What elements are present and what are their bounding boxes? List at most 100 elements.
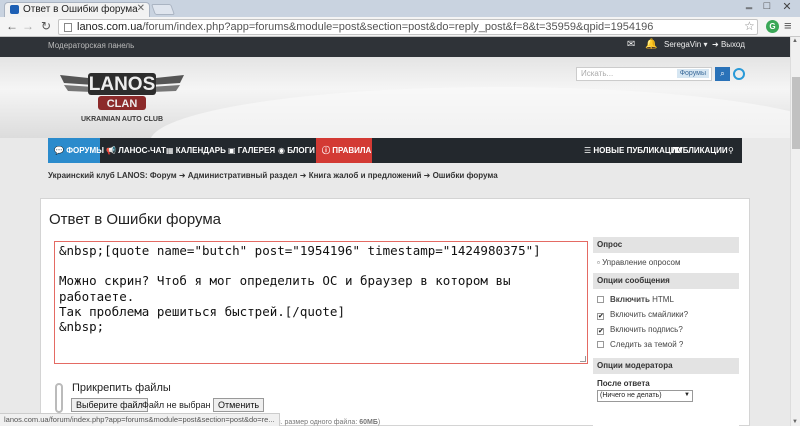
megaphone-icon: 📢 [106, 146, 116, 155]
minimize-icon[interactable]: ‗ [740, 0, 758, 10]
logo-main-text: LANOS [89, 74, 156, 95]
menu-icon[interactable]: ≡ [784, 18, 792, 33]
logout-icon: ➜ [712, 40, 719, 49]
breadcrumb: Украинский клуб LANOS: Форум ➜ Администр… [48, 171, 742, 187]
option-follow[interactable]: Следить за темой ? [593, 337, 739, 352]
after-reply-select[interactable]: (Ничего не делать) ▼ [597, 390, 693, 402]
cancel-upload-button[interactable]: Отменить [213, 398, 265, 412]
tab-title: Ответ в Ошибки форума [23, 4, 138, 15]
extension-icon[interactable]: G [766, 20, 779, 33]
signature-label: Включить подпись? [610, 325, 683, 334]
logo-sub-text: CLAN [107, 98, 138, 110]
attach-files-heading: Прикрепить файлы [72, 382, 171, 394]
after-reply-label: После ответа [597, 379, 650, 388]
follow-label: Следить за темой ? [610, 340, 684, 349]
page-icon [64, 23, 72, 32]
forums-icon: 💬 [54, 146, 64, 155]
breadcrumb-item[interactable]: Украинский клуб LANOS: Форум [48, 171, 177, 180]
smilies-label: Включить смайлики? [610, 310, 689, 319]
poll-manage-label: Управление опросом [602, 258, 681, 267]
nav-blogs-label: БЛОГИ [287, 146, 315, 155]
page-scrollbar[interactable]: ▲ ▼ [790, 37, 800, 426]
reload-icon[interactable]: ↻ [38, 19, 54, 33]
smilies-checkbox[interactable]: ✔ [597, 313, 604, 320]
nav-rules-label: ПРАВИЛА [332, 146, 372, 155]
options-sidebar: Опрос ▫ Управление опросом Опции сообщен… [593, 237, 739, 426]
map-marker-icon: ⚲ [728, 146, 734, 155]
breadcrumb-item[interactable]: Ошибки форума [433, 171, 498, 180]
browser-status-bar: lanos.com.ua/forum/index.php?app=forums&… [0, 413, 280, 426]
site-logo[interactable]: LANOS CLAN UKRAINIAN AUTO CLUB [58, 65, 186, 127]
image-icon: ▣ [228, 146, 236, 155]
nav-calendar-label: КАЛЕНДАРЬ [175, 146, 226, 155]
signature-checkbox[interactable]: ✔ [597, 328, 604, 335]
nav-rules[interactable]: ⓘ ПРАВИЛА [316, 138, 372, 163]
bullet-icon: ▫ [597, 258, 600, 267]
search-icon: ⌕ [720, 69, 725, 78]
forward-icon[interactable]: → [20, 19, 36, 33]
nav-forums[interactable]: 💬 ФОРУМЫ [48, 138, 104, 163]
breadcrumb-item[interactable]: Книга жалоб и предложений [309, 171, 422, 180]
html-label: HTML [652, 295, 674, 304]
url-field[interactable]: lanos.com.ua/forum/index.php?app=forums&… [58, 19, 758, 35]
scroll-down-icon[interactable]: ▼ [792, 419, 798, 425]
follow-checkbox[interactable] [597, 341, 604, 348]
search-button[interactable]: ⌕ [715, 67, 730, 81]
scroll-up-icon[interactable]: ▲ [792, 38, 798, 44]
option-smilies[interactable]: ✔ Включить смайлики? [593, 307, 739, 322]
option-html[interactable]: Включить HTML [593, 292, 739, 307]
logout-label: Выход [720, 40, 745, 49]
post-editor-textarea[interactable]: &nbsp;[quote name="butch" post="1954196"… [54, 241, 588, 364]
address-bar: ← → ↻ lanos.com.ua/forum/index.php?app=f… [0, 17, 800, 37]
site-favicon-icon [10, 5, 19, 14]
resize-handle[interactable] [580, 356, 586, 362]
nav-location[interactable]: ⚲ [722, 138, 740, 163]
paperclip-icon [55, 383, 63, 413]
user-menu[interactable]: SeregaVin ▾ [664, 40, 707, 49]
site-top-bar: Модераторская панель ✉ 🔔 SeregaVin ▾ ➜ В… [0, 37, 790, 57]
bookmark-star-icon[interactable]: ☆ [744, 19, 755, 33]
poll-manage-link[interactable]: ▫ Управление опросом [593, 255, 739, 270]
mod-panel-link[interactable]: Модераторская панель [48, 41, 134, 50]
url-path: /forum/index.php?app=forums&module=post&… [142, 21, 654, 33]
choose-file-button[interactable]: Выберите файл [71, 398, 148, 412]
search-scope-badge[interactable]: Форумы [676, 69, 709, 78]
poll-header: Опрос [593, 237, 739, 253]
message-options-header: Опции сообщения [593, 273, 739, 289]
reply-panel: Ответ в Ошибки форума &nbsp;[quote name=… [40, 198, 750, 426]
chevron-down-icon: ▾ [703, 40, 708, 49]
search-input[interactable]: Искать... Форумы [576, 67, 712, 81]
calendar-icon: ▦ [166, 146, 174, 155]
max-size-suffix: ) [377, 419, 381, 426]
window-close-icon[interactable]: ✕ [778, 0, 796, 13]
close-tab-icon[interactable]: ✕ [137, 3, 145, 14]
new-tab-button[interactable] [150, 4, 176, 15]
nav-gallery-label: ГАЛЕРЕЯ [237, 146, 276, 155]
moderator-options-header: Опции модератора [593, 358, 739, 374]
logo-tagline: UKRAINIAN AUTO CLUB [81, 116, 163, 123]
notifications-bell-icon[interactable]: 🔔 [645, 39, 657, 50]
blog-icon: ◉ [278, 146, 285, 155]
chevron-right-icon: ➜ [178, 171, 188, 180]
scrollbar-thumb[interactable] [792, 77, 800, 149]
html-checkbox[interactable] [597, 296, 604, 303]
breadcrumb-item[interactable]: Административный раздел [188, 171, 298, 180]
nav-forums-label: ФОРУМЫ [66, 146, 104, 155]
chevron-right-icon: ➜ [299, 171, 309, 180]
username: SeregaVin [664, 40, 702, 49]
nav-blogs[interactable]: ◉ БЛОГИ [272, 138, 321, 163]
editor-text: &nbsp;[quote name="butch" post="1954196"… [59, 243, 541, 335]
option-signature[interactable]: ✔ Включить подпись? [593, 322, 739, 337]
search-options-icon[interactable] [733, 68, 745, 80]
messages-icon[interactable]: ✉ [627, 39, 635, 50]
nav-publications-label: ПУБЛИКАЦИИ [672, 146, 728, 155]
list-icon: ☰ [584, 146, 592, 155]
after-reply-value: (Ничего не делать) [600, 392, 662, 399]
browser-tab[interactable]: Ответ в Ошибки форума ✕ [4, 2, 150, 17]
back-icon[interactable]: ← [4, 19, 20, 33]
maximize-icon[interactable]: □ [758, 0, 776, 12]
no-file-label: Файл не выбран [142, 400, 211, 410]
logout-link[interactable]: ➜ Выход [712, 40, 745, 49]
max-size-value: 60МБ [359, 419, 378, 426]
browser-tab-bar: Ответ в Ошибки форума ✕ ‗ □ ✕ [0, 0, 800, 17]
